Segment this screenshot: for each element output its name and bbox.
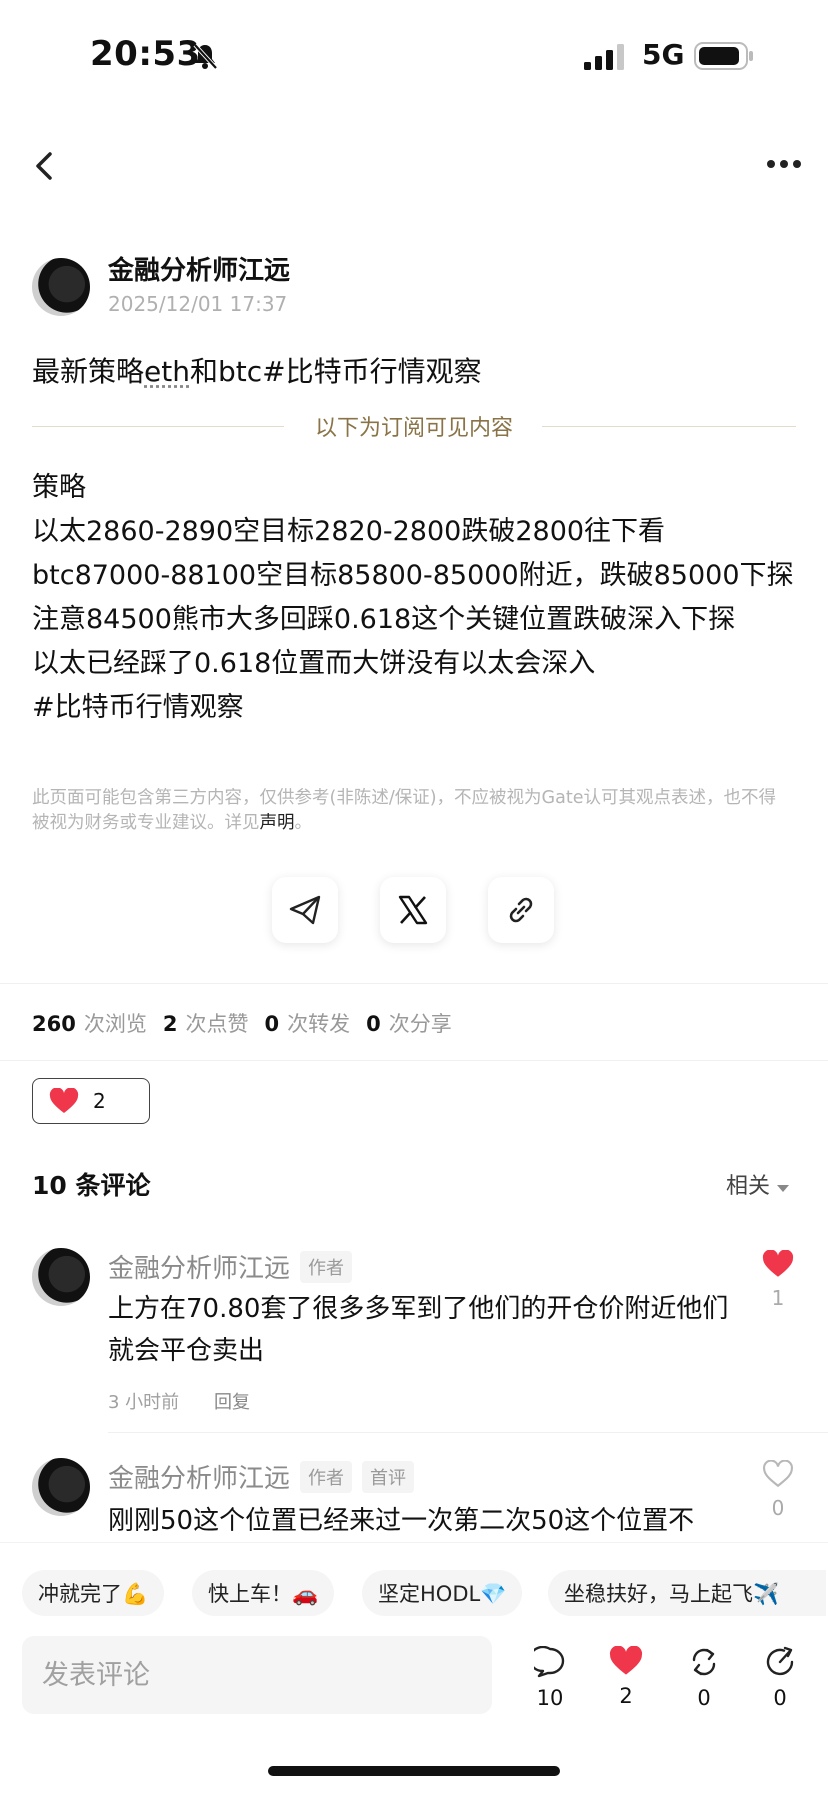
- bell-muted-icon: [193, 43, 218, 70]
- repost-icon: [692, 1648, 716, 1676]
- network-label: 5G: [642, 38, 685, 71]
- disclaimer-end: 。: [294, 813, 313, 833]
- like-button[interactable]: 2: [32, 1078, 150, 1124]
- reposts-stat: 0 次转发: [264, 1012, 351, 1036]
- title-suffix: 和btc#比特币行情观察: [189, 355, 482, 388]
- views-stat: 260 次浏览: [32, 1012, 147, 1036]
- subscriber-divider: 以下为订阅可见内容: [314, 416, 513, 441]
- link-icon: [509, 897, 533, 923]
- more-icon[interactable]: [766, 158, 802, 170]
- quick-reply-chip[interactable]: 快上车！🚗: [192, 1570, 335, 1616]
- comments-title: 10 条评论: [32, 1171, 151, 1200]
- comment-avatar[interactable]: [32, 1248, 90, 1306]
- repost-action[interactable]: 0: [674, 1646, 734, 1710]
- share-telegram-button[interactable]: [272, 877, 338, 943]
- reply-button[interactable]: 回复: [214, 1388, 250, 1414]
- comment-like-count: 1: [771, 1286, 785, 1310]
- shares-stat: 0 次分享: [366, 1012, 452, 1036]
- likes-action[interactable]: 2: [596, 1645, 656, 1708]
- comment-avatar[interactable]: [32, 1458, 90, 1516]
- comment-heart-outline-icon[interactable]: [762, 1460, 794, 1488]
- disclaimer-link[interactable]: 声明: [260, 813, 295, 833]
- comment-input[interactable]: [22, 1636, 492, 1714]
- separator: [0, 983, 828, 984]
- separator: [0, 1060, 828, 1061]
- quick-reply-chip[interactable]: 冲就完了💪: [22, 1570, 165, 1616]
- share-x-button[interactable]: [380, 877, 446, 943]
- like-count: 2: [93, 1089, 106, 1113]
- comment-author[interactable]: 金融分析师江远: [108, 1458, 290, 1495]
- post-stats: 260 次浏览 2 次点赞 0 次转发 0 次分享: [32, 1008, 452, 1038]
- comments-action[interactable]: 10: [520, 1645, 580, 1710]
- quick-reply-chip[interactable]: 坚定HODL💎: [362, 1570, 523, 1616]
- battery-icon: [694, 42, 753, 70]
- post-title: 最新策略eth和btc#比特币行情观察: [32, 350, 482, 390]
- copy-link-button[interactable]: [488, 877, 554, 943]
- comment-header: 金融分析师江远 作者: [108, 1248, 353, 1285]
- sort-dropdown[interactable]: 相关: [726, 1168, 790, 1200]
- post-body: 策略 以太2860-2890空目标2820-2800跌破2800往下看 btc8…: [32, 472, 794, 723]
- comment-text: 刚刚50这个位置已经来过一次第二次50这个位置不: [108, 1506, 695, 1536]
- likes-count: 2: [619, 1684, 633, 1708]
- status-time: 20:53: [90, 34, 201, 74]
- quick-reply-chip[interactable]: 坐稳扶好，马上起飞✈️: [548, 1570, 826, 1616]
- comment-heart-icon[interactable]: [762, 1250, 794, 1278]
- back-icon[interactable]: [30, 148, 60, 184]
- title-prefix: 最新策略: [32, 355, 145, 388]
- post-date: 2025/12/01 17:37: [108, 292, 288, 316]
- author-name[interactable]: 金融分析师江远: [108, 250, 290, 287]
- sort-label: 相关: [726, 1174, 771, 1199]
- comment-like-count: 0: [771, 1496, 785, 1520]
- heart-icon: [49, 1088, 79, 1113]
- share-icon: [766, 1646, 794, 1676]
- comment-text: 上方在70.80套了很多多军到了他们的开仓价附近他们就会平仓卖出: [108, 1294, 729, 1366]
- author-tag: 作者: [300, 1460, 353, 1493]
- comment-bubble-icon: [528, 1645, 565, 1678]
- disclaimer-text: 此页面可能包含第三方内容，仅供参考(非陈述/保证)，不应被视为Gate认可其观点…: [32, 788, 776, 833]
- comments-count: 10: [536, 1686, 564, 1710]
- share-count: 0: [773, 1686, 787, 1710]
- telegram-icon: [289, 895, 321, 925]
- heart-filled-icon: [609, 1645, 643, 1675]
- comment-author[interactable]: 金融分析师江远: [108, 1248, 290, 1285]
- eth-link[interactable]: eth: [144, 355, 190, 388]
- x-icon: [398, 895, 428, 925]
- first-comment-tag: 首评: [362, 1460, 415, 1493]
- author-avatar[interactable]: [32, 258, 90, 316]
- signal-icon: [584, 44, 624, 70]
- share-action[interactable]: 0: [750, 1646, 810, 1710]
- separator: [108, 1432, 828, 1433]
- caret-down-icon: [777, 1185, 790, 1192]
- disclaimer: 此页面可能包含第三方内容，仅供参考(非陈述/保证)，不应被视为Gate认可其观点…: [32, 786, 782, 836]
- likes-stat: 2 次点赞: [162, 1012, 249, 1036]
- author-tag: 作者: [300, 1250, 353, 1283]
- home-indicator[interactable]: [268, 1766, 560, 1776]
- comment-header: 金融分析师江远 作者 首评: [108, 1458, 415, 1495]
- comment-time: 3 小时前: [108, 1392, 180, 1413]
- repost-count: 0: [697, 1686, 711, 1710]
